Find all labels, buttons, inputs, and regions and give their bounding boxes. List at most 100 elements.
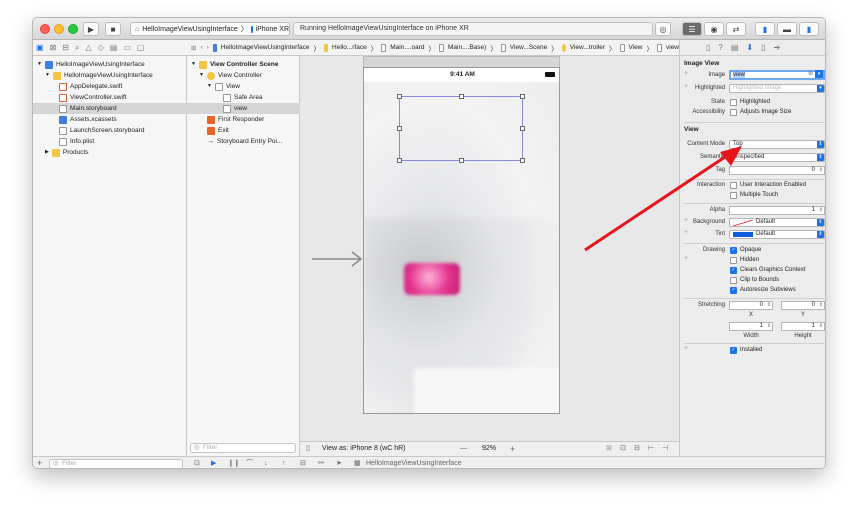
library-button[interactable]: ◎ <box>655 22 671 36</box>
hidden-checkbox[interactable]: Hidden <box>730 256 759 264</box>
debug-target[interactable]: HelloImageViewUsingInterface <box>366 457 462 468</box>
tree-item[interactable]: ▶ Products <box>33 147 187 158</box>
standard-editor-button[interactable]: ☰ <box>682 22 702 36</box>
help-inspector-icon[interactable]: ? <box>718 43 722 52</box>
minimize-window-button[interactable] <box>54 24 64 34</box>
hide-debug-icon[interactable]: ⊡ <box>194 457 200 468</box>
file-inspector-icon[interactable]: ▯ <box>706 43 710 52</box>
step-in-icon[interactable]: ↓ <box>264 457 268 468</box>
toggle-debug-area-button[interactable]: ▬ <box>777 22 797 36</box>
tree-item[interactable]: Assets.xcassets <box>33 114 187 125</box>
highlighted-checkbox[interactable]: Highlighted <box>730 98 770 106</box>
project-navigator-icon[interactable]: ▣ <box>36 43 44 52</box>
stepper-icon[interactable]: ⇕ <box>819 167 823 174</box>
iphone-scene[interactable]: 9:41 AM <box>363 67 560 414</box>
memory-graph-icon[interactable]: ⚯ <box>318 457 324 468</box>
run-button[interactable]: ▶ <box>83 22 99 36</box>
stepper-icon[interactable]: ⇕ <box>819 323 823 330</box>
stretch-width-field[interactable]: 1 ⇕ <box>729 322 773 331</box>
resize-handle[interactable] <box>397 94 402 99</box>
symbol-navigator-icon[interactable]: ⊟ <box>62 43 69 52</box>
autoresize-subviews-checkbox[interactable]: ✓ Autoresize Subviews <box>730 286 796 294</box>
add-variation-icon[interactable]: + <box>684 255 688 262</box>
align-icon[interactable]: ⊟ <box>634 442 640 456</box>
breadcrumb-item[interactable]: View <box>629 44 643 51</box>
back-icon[interactable]: ‹ <box>200 44 202 51</box>
breadcrumb-item[interactable]: Hello...rface <box>332 44 367 51</box>
attributes-inspector-icon[interactable]: ⬇ <box>746 43 753 52</box>
source-control-icon[interactable]: ⊠ <box>50 43 57 52</box>
breadcrumb-item[interactable]: Main....oard <box>390 44 424 51</box>
clear-icon[interactable]: ⊗ <box>808 71 813 77</box>
zoom-level[interactable]: 92% <box>482 442 496 456</box>
view-as-label[interactable]: View as: iPhone 8 (wC hR) <box>322 442 406 456</box>
connections-inspector-icon[interactable]: ➔ <box>774 43 781 52</box>
outline-item-selected[interactable]: view <box>187 103 300 114</box>
close-window-button[interactable] <box>40 24 50 34</box>
forward-icon[interactable]: › <box>207 44 209 51</box>
tree-item[interactable]: Info.plist <box>33 136 187 147</box>
outline-item[interactable]: Safe Area <box>187 92 300 103</box>
report-navigator-icon[interactable]: ▢ <box>137 43 145 52</box>
step-out-icon[interactable]: ↑ <box>282 457 286 468</box>
stretch-x-field[interactable]: 0 ⇕ <box>729 301 773 310</box>
resolve-issues-icon[interactable]: ⊣ <box>662 442 668 456</box>
installed-checkbox[interactable]: ✓ Installed <box>730 346 762 354</box>
resize-handle[interactable] <box>520 158 525 163</box>
outline-item[interactable]: ▼ View <box>187 81 300 92</box>
toggle-navigator-button[interactable]: ▮ <box>755 22 775 36</box>
find-navigator-icon[interactable]: ⌕ <box>75 43 79 53</box>
outline-toggle-icon[interactable]: ▯ <box>306 442 310 456</box>
outline-item[interactable]: First Responder <box>187 114 300 125</box>
resize-handle[interactable] <box>397 126 402 131</box>
image-field[interactable]: view ⊗ ▾ <box>729 70 825 80</box>
stretch-height-field[interactable]: 1 ⇕ <box>781 322 825 331</box>
clears-graphics-context-checkbox[interactable]: ✓ Clears Graphics Context <box>730 266 805 274</box>
tree-item[interactable]: LaunchScreen.storyboard <box>33 125 187 136</box>
navigator-filter-input[interactable]: ◎ Filter <box>49 459 183 468</box>
semantic-popup[interactable]: Unspecified ⇕ <box>729 153 825 162</box>
resize-handle[interactable] <box>520 94 525 99</box>
image-view-selection[interactable] <box>397 94 525 163</box>
issue-navigator-icon[interactable]: △ <box>85 43 91 52</box>
add-variation-icon[interactable]: + <box>684 83 688 90</box>
breadcrumb-item[interactable]: View...Scene <box>510 44 547 51</box>
resize-handle[interactable] <box>397 158 402 163</box>
background-color-popup[interactable]: Default ⇕ <box>729 218 825 227</box>
update-frames-icon[interactable]: ⊠ <box>606 442 612 456</box>
add-variation-icon[interactable]: + <box>684 229 688 236</box>
chevron-down-icon[interactable]: ▾ <box>815 70 823 78</box>
stepper-icon[interactable]: ⇕ <box>819 302 823 309</box>
outline-item[interactable]: ▼ View Controller Scene <box>187 59 300 70</box>
stretch-y-field[interactable]: 0 ⇕ <box>781 301 825 310</box>
size-inspector-icon[interactable]: ▯ <box>761 43 765 52</box>
scheme-selector[interactable]: ⌂ HelloImageViewUsingInterface 〉 iPhone … <box>130 22 290 36</box>
tree-item[interactable]: AppDelegate.swift <box>33 81 187 92</box>
assistant-editor-button[interactable]: ◉ <box>704 22 724 36</box>
opaque-checkbox[interactable]: ✓ Opaque <box>730 246 761 254</box>
stepper-icon[interactable]: ⇕ <box>819 207 823 214</box>
alpha-field[interactable]: 1 ⇕ <box>729 206 825 215</box>
breadcrumb-item[interactable]: view <box>666 44 679 51</box>
user-interaction-checkbox[interactable]: User Interaction Enabled <box>730 181 806 189</box>
step-over-icon[interactable]: ⌒ <box>246 457 253 468</box>
zoom-window-button[interactable] <box>68 24 78 34</box>
pin-icon[interactable]: ⊢ <box>648 442 654 456</box>
related-items-icon[interactable]: ⊞ <box>191 44 196 52</box>
zoom-out-button[interactable]: — <box>460 442 467 456</box>
embed-in-icon[interactable]: ⊡ <box>620 442 626 456</box>
resize-handle[interactable] <box>520 126 525 131</box>
tag-field[interactable]: 0 ⇕ <box>729 166 825 175</box>
add-variation-icon[interactable]: + <box>684 217 688 224</box>
debug-navigator-icon[interactable]: ▤ <box>110 43 118 52</box>
breakpoints-icon[interactable]: ▶ <box>211 457 216 468</box>
add-icon[interactable]: + <box>37 458 42 468</box>
tree-item[interactable]: ViewController.swift <box>33 92 187 103</box>
breadcrumb-item[interactable]: View...troller <box>570 44 605 51</box>
storyboard-canvas[interactable]: 9:41 AM ▯ View as: iPhone 8 (wC hR) — 92… <box>300 56 679 456</box>
tint-color-popup[interactable]: Default ⇕ <box>729 230 825 239</box>
content-mode-popup[interactable]: Top ⇕ <box>729 140 825 149</box>
location-icon[interactable]: ➤ <box>336 457 342 468</box>
tree-item[interactable]: ▼ HelloImageViewUsingInterface <box>33 70 187 81</box>
stepper-icon[interactable]: ⇕ <box>767 323 771 330</box>
